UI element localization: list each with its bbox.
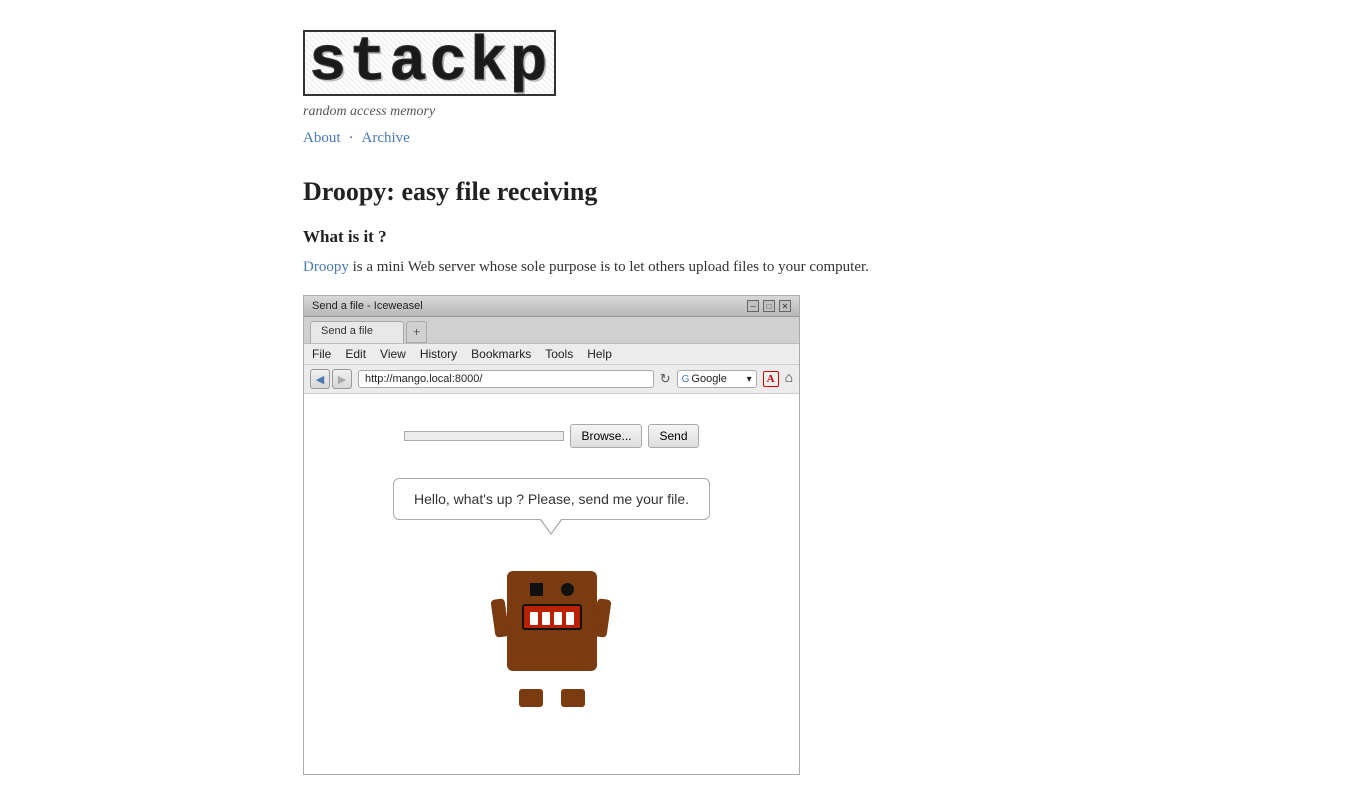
- browser-toolbar: ◀ ▶ http://mango.local:8000/ ↻ G Google …: [304, 365, 799, 394]
- menu-view[interactable]: View: [380, 347, 406, 361]
- minimize-btn[interactable]: ─: [747, 300, 759, 312]
- menu-bookmarks[interactable]: Bookmarks: [471, 347, 531, 361]
- domo-tooth-4: [566, 612, 574, 625]
- refresh-btn[interactable]: ↻: [660, 371, 671, 387]
- browser-title: Send a file - Iceweasel: [312, 300, 423, 312]
- maximize-btn[interactable]: □: [763, 300, 775, 312]
- site-header: stackp random access memory About · Arch…: [303, 30, 1063, 147]
- menu-edit[interactable]: Edit: [345, 347, 366, 361]
- search-dropdown-icon: ▾: [747, 374, 752, 385]
- back-btn[interactable]: ◀: [310, 369, 330, 389]
- browser-page-content: Browse... Send Hello, what's up ? Please…: [304, 394, 799, 774]
- domo-body-wrapper: [507, 571, 597, 691]
- tab-label: Send a file: [321, 325, 373, 337]
- content-area: Droopy: easy file receiving What is it ?…: [303, 177, 1063, 775]
- tab-bar: Send a file +: [304, 317, 799, 344]
- site-title: stackp: [303, 30, 1063, 96]
- droopy-link[interactable]: Droopy: [303, 259, 349, 275]
- site-tagline: random access memory: [303, 104, 1063, 120]
- domo-leg-right: [561, 689, 585, 707]
- close-btn[interactable]: ✕: [779, 300, 791, 312]
- home-btn[interactable]: ⌂: [785, 371, 793, 387]
- new-tab-btn[interactable]: +: [406, 321, 427, 343]
- what-is-it-heading: What is it ?: [303, 227, 1063, 247]
- site-nav: About · Archive: [303, 130, 1063, 147]
- browser-tab[interactable]: Send a file: [310, 321, 404, 343]
- domo-leg-left: [519, 689, 543, 707]
- browse-button[interactable]: Browse...: [570, 424, 642, 448]
- domo-tooth-1: [530, 612, 538, 625]
- nav-archive-link[interactable]: Archive: [362, 130, 410, 147]
- browser-search-box[interactable]: G Google ▾: [677, 370, 757, 388]
- address-bar[interactable]: http://mango.local:8000/: [358, 370, 654, 388]
- domo-eye-right: [561, 583, 574, 596]
- domo-tooth-2: [542, 612, 550, 625]
- domo-eyes: [507, 571, 597, 596]
- speech-bubble-container: Hello, what's up ? Please, send me your …: [393, 478, 710, 533]
- nav-about-link[interactable]: About: [303, 130, 341, 147]
- forward-btn[interactable]: ▶: [332, 369, 352, 389]
- domo-body: [507, 571, 597, 671]
- speech-bubble: Hello, what's up ? Please, send me your …: [393, 478, 710, 520]
- post-description: Droopy is a mini Web server whose sole p…: [303, 255, 1063, 279]
- menu-file[interactable]: File: [312, 347, 331, 361]
- domo-character: [507, 571, 597, 691]
- browser-window-controls: ─ □ ✕: [747, 300, 791, 312]
- google-icon: G: [682, 374, 690, 385]
- page-container: stackp random access memory About · Arch…: [283, 0, 1083, 805]
- domo-tooth-3: [554, 612, 562, 625]
- menu-help[interactable]: Help: [587, 347, 612, 361]
- upload-form: Browse... Send: [404, 424, 698, 448]
- nav-separator: ·: [349, 130, 354, 147]
- menu-tools[interactable]: Tools: [545, 347, 573, 361]
- domo-eye-left: [530, 583, 543, 596]
- domo-mouth: [522, 604, 582, 630]
- menu-history[interactable]: History: [420, 347, 457, 361]
- file-input[interactable]: [404, 431, 564, 441]
- browser-titlebar: Send a file - Iceweasel ─ □ ✕: [304, 296, 799, 317]
- browser-menubar: File Edit View History Bookmarks Tools H…: [304, 344, 799, 365]
- browser-screenshot: Send a file - Iceweasel ─ □ ✕ Send a fil…: [303, 295, 800, 775]
- addons-icon[interactable]: A: [763, 371, 779, 387]
- send-button[interactable]: Send: [648, 424, 698, 448]
- browser-nav-buttons: ◀ ▶: [310, 369, 352, 389]
- post-title: Droopy: easy file receiving: [303, 177, 1063, 207]
